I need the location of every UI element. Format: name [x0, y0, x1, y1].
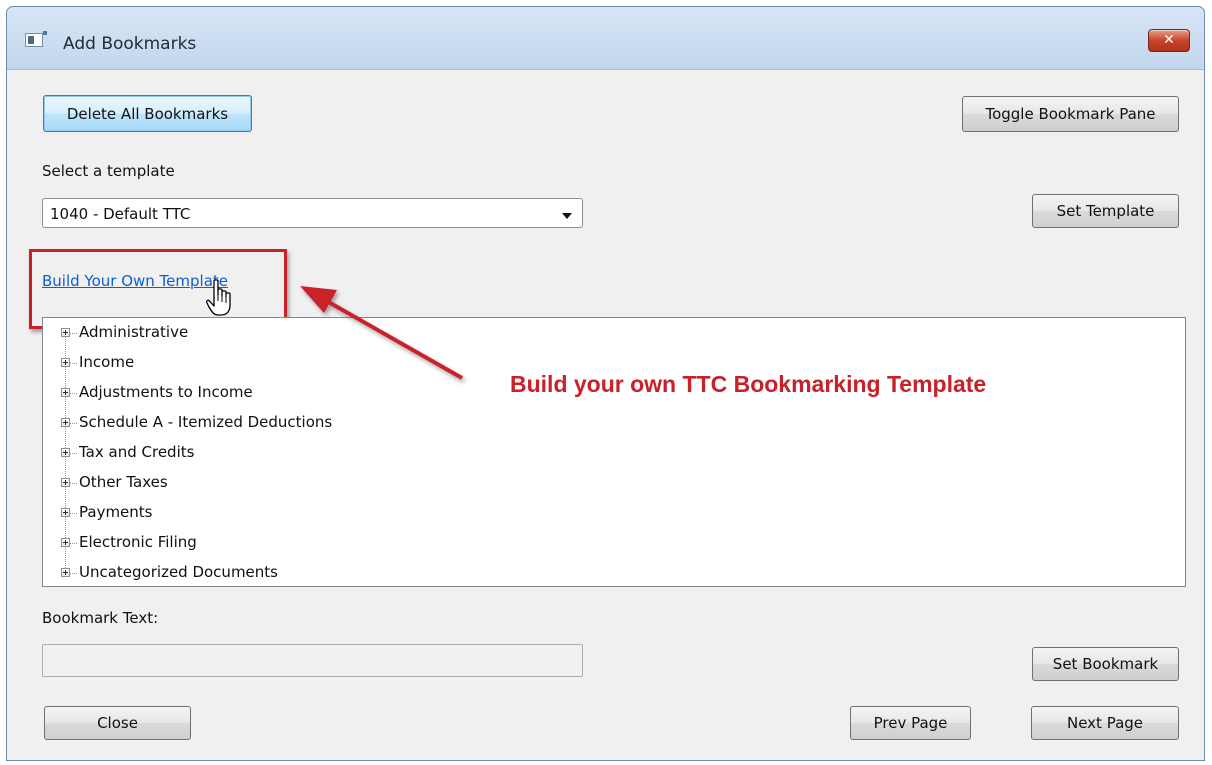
annotation-arrow: [300, 286, 463, 380]
hand-pointer-icon: [206, 279, 231, 316]
